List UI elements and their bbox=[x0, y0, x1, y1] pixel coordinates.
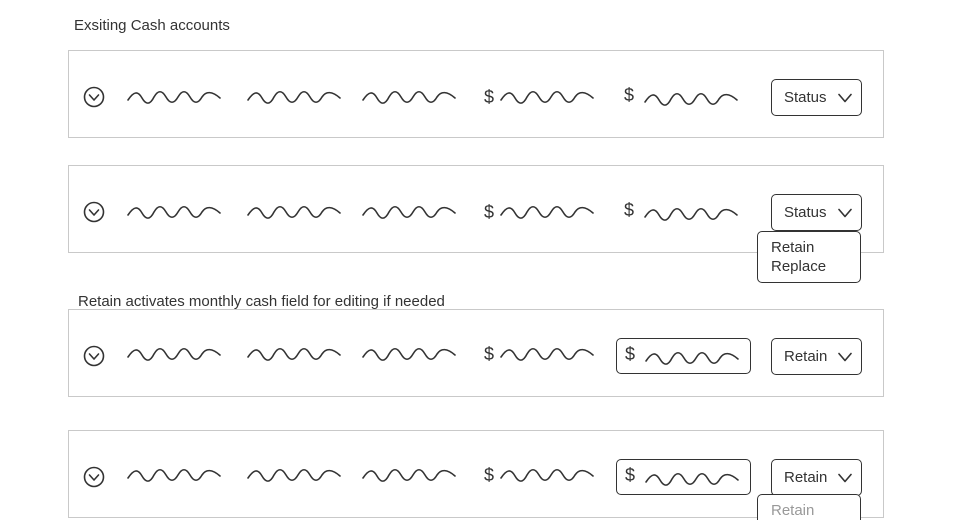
chevron-down-icon bbox=[838, 208, 852, 218]
placeholder-text-squiggle bbox=[361, 465, 457, 485]
currency-symbol: $ bbox=[625, 344, 636, 364]
placeholder-text-squiggle bbox=[126, 87, 222, 107]
status-dropdown[interactable]: Status bbox=[771, 194, 862, 231]
placeholder-text-squiggle bbox=[126, 202, 222, 222]
expand-chevron-icon[interactable] bbox=[83, 345, 105, 367]
placeholder-text-squiggle bbox=[361, 344, 457, 364]
amount-squiggle bbox=[499, 202, 595, 222]
currency-symbol: $ bbox=[484, 344, 495, 364]
dropdown-option-replace[interactable]: Replace bbox=[771, 257, 860, 276]
placeholder-text-squiggle bbox=[361, 202, 457, 222]
currency-symbol: $ bbox=[484, 465, 495, 485]
monthly-cash-squiggle bbox=[643, 89, 739, 109]
chevron-down-icon bbox=[838, 352, 852, 362]
currency-symbol: $ bbox=[624, 85, 635, 105]
retain-note: Retain activates monthly cash field for … bbox=[78, 293, 445, 310]
status-dropdown-label: Retain bbox=[784, 348, 828, 365]
chevron-down-icon bbox=[838, 473, 852, 483]
currency-symbol: $ bbox=[484, 87, 495, 107]
status-dropdown[interactable]: Retain bbox=[771, 459, 862, 496]
placeholder-text-squiggle bbox=[246, 344, 342, 364]
chevron-down-icon bbox=[838, 93, 852, 103]
status-dropdown[interactable]: Retain bbox=[771, 338, 862, 375]
status-dropdown[interactable]: Status bbox=[771, 79, 862, 116]
status-dropdown-menu: Retain bbox=[757, 494, 861, 520]
amount-squiggle bbox=[499, 87, 595, 107]
cash-account-row: $ $ Status bbox=[68, 50, 884, 138]
status-dropdown-menu: Retain Replace bbox=[757, 231, 861, 283]
amount-squiggle bbox=[499, 465, 595, 485]
cash-account-row: $ $ Retain bbox=[68, 309, 884, 397]
placeholder-text-squiggle bbox=[361, 87, 457, 107]
monthly-cash-input[interactable]: $ bbox=[616, 459, 751, 495]
placeholder-text-squiggle bbox=[246, 465, 342, 485]
expand-chevron-icon[interactable] bbox=[83, 201, 105, 223]
placeholder-text-squiggle bbox=[246, 87, 342, 107]
status-dropdown-label: Status bbox=[784, 204, 827, 221]
status-dropdown-label: Status bbox=[784, 89, 827, 106]
monthly-cash-input[interactable]: $ bbox=[616, 338, 751, 374]
monthly-cash-squiggle bbox=[643, 204, 739, 224]
currency-symbol: $ bbox=[484, 202, 495, 222]
expand-chevron-icon[interactable] bbox=[83, 86, 105, 108]
placeholder-text-squiggle bbox=[246, 202, 342, 222]
section-title-existing: Exsiting Cash accounts bbox=[74, 17, 230, 34]
placeholder-text-squiggle bbox=[126, 465, 222, 485]
currency-symbol: $ bbox=[624, 200, 635, 220]
monthly-cash-squiggle bbox=[644, 348, 740, 368]
status-dropdown-label: Retain bbox=[784, 469, 828, 486]
currency-symbol: $ bbox=[625, 465, 636, 485]
expand-chevron-icon[interactable] bbox=[83, 466, 105, 488]
dropdown-option-retain[interactable]: Retain bbox=[771, 238, 860, 257]
monthly-cash-squiggle bbox=[644, 469, 740, 489]
dropdown-option-retain[interactable]: Retain bbox=[771, 501, 860, 520]
amount-squiggle bbox=[499, 344, 595, 364]
placeholder-text-squiggle bbox=[126, 344, 222, 364]
